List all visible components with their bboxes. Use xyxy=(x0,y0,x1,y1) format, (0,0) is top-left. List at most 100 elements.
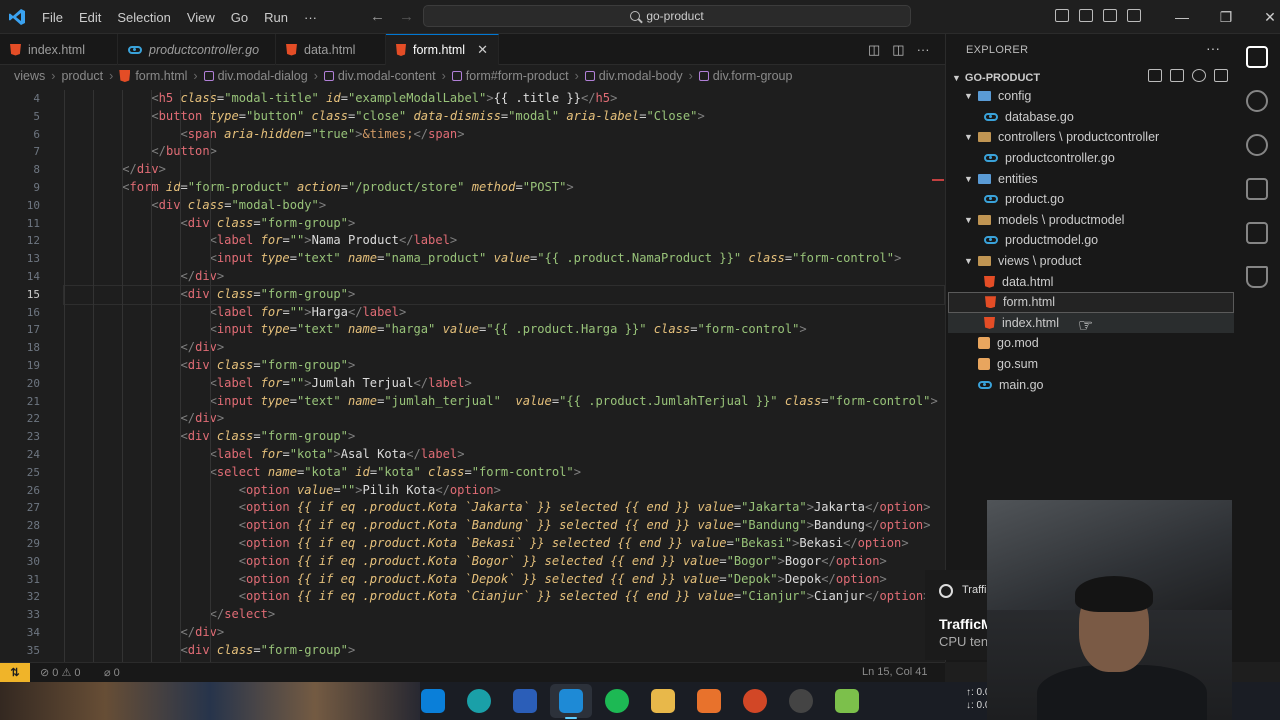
code-line[interactable]: <div class="form-group"> xyxy=(63,284,945,305)
more-actions-icon[interactable]: ··· xyxy=(1206,40,1220,56)
code-editor[interactable]: 4 5 6 7 8 9 10 11 12 13 14 15 16 17 18 19 20 21 22 23 24 25 26… xyxy=(0,90,945,662)
breadcrumb-item[interactable]: product xyxy=(61,69,103,83)
code-line[interactable]: <option {{ if eq .product.Kota `Depok` }… xyxy=(64,571,944,589)
vscode-logo-icon[interactable] xyxy=(8,8,26,26)
explorer-file[interactable]: go.sum xyxy=(948,354,1234,375)
code-line[interactable]: <h5 class="modal-title" id="exampleModal… xyxy=(64,90,944,108)
code-line[interactable]: <option {{ if eq .product.Kota `Bogor` }… xyxy=(64,553,944,571)
code-line[interactable]: <label for="">Harga</label> xyxy=(64,304,944,322)
close-window-icon[interactable]: ✕ xyxy=(1248,9,1280,26)
menu-more-icon[interactable]: ··· xyxy=(296,10,325,25)
breadcrumb-item[interactable]: views xyxy=(14,69,45,83)
edge-browser-icon[interactable] xyxy=(467,689,491,713)
toggle-secondary-sidebar-icon[interactable] xyxy=(1103,9,1117,22)
explorer-file[interactable]: go.mod xyxy=(948,333,1234,354)
split-editor-icon[interactable]: ◫ xyxy=(892,42,904,58)
code-line[interactable]: <input type="text" name="harga" value="{… xyxy=(64,321,944,339)
menu-go[interactable]: Go xyxy=(223,10,256,25)
word-icon[interactable] xyxy=(513,689,537,713)
code-line[interactable]: </select> xyxy=(64,606,944,624)
more-actions-icon[interactable]: ··· xyxy=(917,42,930,58)
code-line[interactable]: <div class="form-group"> xyxy=(64,642,944,660)
code-area[interactable]: <h5 class="modal-title" id="exampleModal… xyxy=(63,90,945,660)
collapse-all-icon[interactable] xyxy=(1214,69,1228,82)
start-windows-icon[interactable] xyxy=(421,689,445,713)
spotify-icon[interactable] xyxy=(605,689,629,713)
close-tab-icon[interactable]: ✕ xyxy=(477,42,488,58)
breadcrumb-item[interactable]: div.form-group xyxy=(713,69,793,83)
code-line[interactable]: <div class="form-group"> xyxy=(64,357,944,375)
code-line[interactable]: <div class="form-group"> xyxy=(64,215,944,233)
menu-selection[interactable]: Selection xyxy=(109,10,178,25)
code-line[interactable]: <input type="text" name="jumlah_terjual"… xyxy=(64,393,944,411)
toggle-panel-icon[interactable] xyxy=(1079,9,1093,22)
menu-view[interactable]: View xyxy=(179,10,223,25)
code-line[interactable]: <button type="button" class="close" data… xyxy=(64,108,944,126)
vscode-taskbar-icon[interactable] xyxy=(559,689,583,719)
explorer-file[interactable]: main.go xyxy=(948,374,1234,395)
code-line[interactable]: <div class="form-group"> xyxy=(64,428,944,446)
tab-index-html[interactable]: index.html xyxy=(0,34,118,65)
tab-data-html[interactable]: data.html xyxy=(276,34,386,65)
explorer-file[interactable]: productcontroller.go xyxy=(948,148,1234,169)
refresh-icon[interactable] xyxy=(1192,69,1206,82)
remote-indicator-icon[interactable]: ⇅ xyxy=(0,663,30,683)
customize-layout-icon[interactable] xyxy=(1127,9,1141,22)
run-debug-icon[interactable] xyxy=(1246,178,1268,200)
explorer-file[interactable]: form.html xyxy=(948,292,1234,313)
search-icon[interactable] xyxy=(1246,90,1268,112)
code-line[interactable]: </div> xyxy=(64,339,944,357)
explorer-folder[interactable]: ▼ config xyxy=(948,86,1234,107)
tab-form-html[interactable]: form.html ✕ xyxy=(386,34,499,65)
explorer-file[interactable]: product.go xyxy=(948,189,1234,210)
problems-count[interactable]: ⊘ 0 ⚠ 0 xyxy=(40,666,80,679)
explorer-file[interactable]: database.go xyxy=(948,107,1234,128)
powerpoint-icon[interactable] xyxy=(743,689,767,713)
code-line[interactable]: </div> xyxy=(64,624,944,642)
code-line[interactable]: <option value="">Pilih Kota</option> xyxy=(64,482,944,500)
explorer-icon[interactable] xyxy=(1246,46,1268,68)
minimize-icon[interactable]: — xyxy=(1160,9,1204,25)
xampp-icon[interactable] xyxy=(697,689,721,713)
code-line[interactable]: <select name="kota" id="kota" class="for… xyxy=(64,464,944,482)
extensions-icon[interactable] xyxy=(1246,222,1268,244)
code-line[interactable]: </div> xyxy=(64,161,944,179)
menu-edit[interactable]: Edit xyxy=(71,10,109,25)
code-line[interactable]: <option {{ if eq .product.Kota `Bandung`… xyxy=(64,517,944,535)
source-control-icon[interactable] xyxy=(1246,134,1268,156)
code-line[interactable]: <label for="">Jumlah Terjual</label> xyxy=(64,375,944,393)
breadcrumb-item[interactable]: form.html xyxy=(135,69,187,83)
obs-icon[interactable] xyxy=(789,689,813,713)
code-line[interactable]: </div> xyxy=(64,410,944,428)
menu-run[interactable]: Run xyxy=(256,10,296,25)
code-line[interactable]: <form id="form-product" action="/product… xyxy=(64,179,944,197)
testing-icon[interactable] xyxy=(1246,266,1268,288)
new-file-icon[interactable] xyxy=(1148,69,1162,82)
ports-count[interactable]: ⌀ 0 xyxy=(104,666,120,679)
code-line[interactable]: </button> xyxy=(64,143,944,161)
explorer-folder[interactable]: ▼ models \ productmodel xyxy=(948,210,1234,231)
breadcrumb-item[interactable]: div.modal-content xyxy=(338,69,436,83)
code-line[interactable]: <div class="modal-body"> xyxy=(64,197,944,215)
android-app-icon[interactable] xyxy=(835,689,859,713)
code-line[interactable]: <input type="text" name="nama_product" v… xyxy=(64,250,944,268)
explorer-folder[interactable]: ▼ views \ product xyxy=(948,251,1234,272)
menu-file[interactable]: File xyxy=(34,10,71,25)
cursor-position[interactable]: Ln 15, Col 41 xyxy=(862,666,927,678)
code-line[interactable]: <option {{ if eq .product.Kota `Jakarta`… xyxy=(64,499,944,517)
breadcrumb-item[interactable]: form#form-product xyxy=(466,69,569,83)
back-arrow-icon[interactable]: ← xyxy=(370,8,385,25)
breadcrumb-item[interactable]: div.modal-body xyxy=(599,69,683,83)
code-line[interactable]: <label for="kota">Asal Kota</label> xyxy=(64,446,944,464)
file-explorer-icon[interactable] xyxy=(651,689,675,713)
code-line[interactable]: <span aria-hidden="true">&times;</span> xyxy=(64,126,944,144)
explorer-folder[interactable]: ▼ controllers \ productcontroller xyxy=(948,127,1234,148)
breadcrumb-item[interactable]: div.modal-dialog xyxy=(218,69,308,83)
toggle-primary-sidebar-icon[interactable] xyxy=(1055,9,1069,22)
code-line[interactable]: <option {{ if eq .product.Kota `Cianjur`… xyxy=(64,588,944,606)
notification-toast[interactable]: Traffic TrafficM CPU ten xyxy=(925,570,995,660)
new-folder-icon[interactable] xyxy=(1170,69,1184,82)
explorer-file[interactable]: data.html xyxy=(948,271,1234,292)
open-preview-icon[interactable]: ◫ xyxy=(868,42,880,58)
forward-arrow-icon[interactable]: → xyxy=(399,8,414,25)
